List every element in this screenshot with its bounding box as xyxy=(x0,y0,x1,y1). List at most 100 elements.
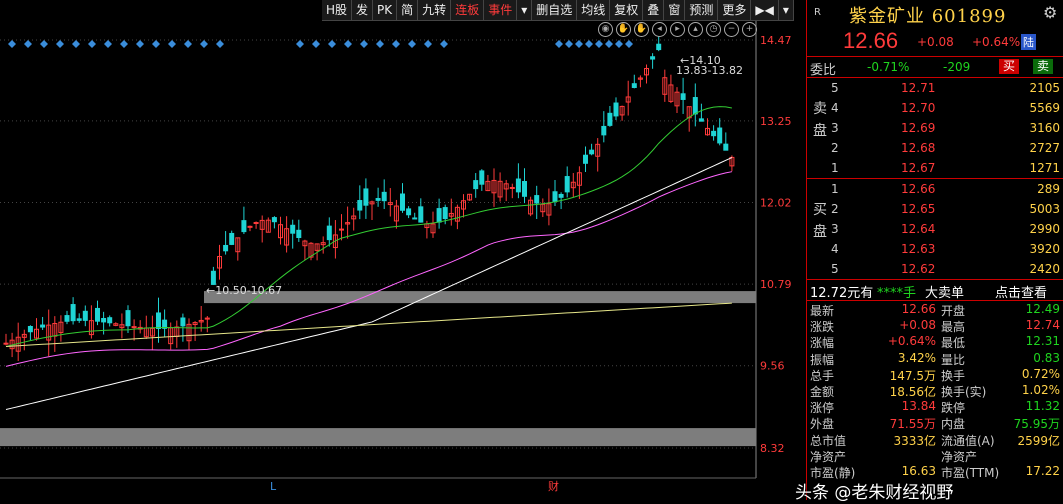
stat-row: 总市值 3333亿 流通值(A) 2599亿 xyxy=(807,431,1063,448)
candle-body xyxy=(357,200,363,211)
event-marker xyxy=(376,40,384,48)
order-row[interactable]: 3 12.64 2990 xyxy=(807,220,1063,238)
order-row[interactable]: 3 12.69 3160 xyxy=(807,119,1063,137)
candle-body xyxy=(601,125,607,136)
toolbar-item[interactable]: ▾ xyxy=(779,0,794,20)
hand-icon[interactable]: ✋ xyxy=(634,22,649,37)
order-row[interactable]: 2 12.68 2727 xyxy=(807,139,1063,157)
stat-value: 16.63 xyxy=(901,463,936,478)
stock-name: 紫金矿业 601899 xyxy=(849,6,1007,27)
candle-body xyxy=(381,191,387,202)
candle-body xyxy=(76,318,82,321)
candle-body xyxy=(613,102,619,117)
toolbar-item[interactable]: ▾ xyxy=(517,0,533,20)
toolbar-item[interactable]: 九转 xyxy=(418,0,452,20)
gear-icon[interactable]: ⚙ xyxy=(1043,3,1057,22)
order-row[interactable]: 1 12.66 289 xyxy=(807,180,1063,198)
event-marker xyxy=(168,40,176,48)
toolbar-item[interactable]: ▶◀ xyxy=(751,0,779,20)
toolbar-item[interactable]: 发 xyxy=(352,0,374,20)
toolbar-item[interactable]: H股 xyxy=(322,0,353,20)
order-row[interactable]: 5 12.71 2105 xyxy=(807,79,1063,97)
sell-button[interactable]: 卖 xyxy=(1033,59,1054,74)
price-change: +0.08 xyxy=(917,35,954,49)
toolbar-item[interactable]: 连板 xyxy=(451,0,485,20)
candle-body xyxy=(296,229,302,239)
zoom-out-icon[interactable]: − xyxy=(724,22,739,37)
order-row[interactable]: 4 12.63 3920 xyxy=(807,240,1063,258)
toolbar-item[interactable]: PK xyxy=(373,0,398,20)
range-label: ←10.50-10.67 xyxy=(206,284,282,297)
gap-band xyxy=(204,291,756,304)
bottom-marker: L xyxy=(270,480,277,493)
candle-body xyxy=(680,93,686,100)
event-marker xyxy=(565,40,573,48)
candle-body xyxy=(442,207,448,220)
candle-body xyxy=(375,198,381,201)
order-level: 5 xyxy=(831,81,839,95)
candle-body xyxy=(607,112,613,126)
stat-row: 涨幅 +0.64% 最低 12.31 xyxy=(807,333,1063,350)
order-price: 12.70 xyxy=(901,101,936,115)
toolbar-item[interactable]: 更多 xyxy=(718,0,752,20)
event-marker xyxy=(595,40,603,48)
big-order-row[interactable]: 12.72元有 ****手 大卖单 点击查看 xyxy=(807,279,1063,301)
candle-body xyxy=(229,232,235,245)
candle-body xyxy=(515,178,521,193)
candle-body xyxy=(589,149,595,155)
up-icon[interactable]: ▴ xyxy=(688,22,703,37)
order-volume: 5569 xyxy=(1029,101,1060,115)
candle-body xyxy=(241,220,247,233)
stat-row: 总手 147.5万 换手 0.72% xyxy=(807,366,1063,383)
toolbar-item[interactable]: 事件 xyxy=(484,0,518,20)
hand-icon[interactable]: ✋ xyxy=(616,22,631,37)
axis-tick: 12.02 xyxy=(760,197,792,210)
order-row[interactable]: 4 12.70 5569 xyxy=(807,99,1063,117)
event-marker xyxy=(555,40,563,48)
buy-button[interactable]: 买 xyxy=(999,59,1020,74)
next-icon[interactable]: ▸ xyxy=(670,22,685,37)
stats-table: 最新 12.66 开盘 12.49 涨跌 +0.08 最高 12.74 涨幅 +0.64% 最低 12… xyxy=(807,301,1063,480)
event-marker xyxy=(408,40,416,48)
order-row[interactable]: 5 12.62 2420 xyxy=(807,260,1063,278)
toolbar-item[interactable]: 预测 xyxy=(685,0,719,20)
candle-body xyxy=(70,304,76,322)
eye-icon[interactable]: ◉ xyxy=(598,22,613,37)
order-volume: 1271 xyxy=(1029,161,1060,175)
kline-chart[interactable]: 14.47 13.25 12.02 10.79 9.56 8.32 ←14.10 13.83-… xyxy=(0,0,805,500)
candle-body xyxy=(552,191,558,202)
candle-body xyxy=(101,317,107,323)
order-level: 2 xyxy=(831,202,839,216)
sell-book: 卖盘 5 12.71 2105 4 12.70 5569 3 12.69 3160 2 12.68 2… xyxy=(807,78,1063,179)
order-volume: 2105 xyxy=(1029,81,1060,95)
event-marker xyxy=(24,40,32,48)
stat-row: 净资产 净资产 xyxy=(807,447,1063,464)
range-label: 13.83-13.82 xyxy=(676,64,743,77)
toolbar-item[interactable]: 均线 xyxy=(577,0,611,20)
toolbar-item[interactable]: 叠 xyxy=(643,0,665,20)
order-level: 5 xyxy=(831,262,839,276)
toolbar-item[interactable]: 复权 xyxy=(610,0,644,20)
event-marker xyxy=(360,40,368,48)
event-marker xyxy=(328,40,336,48)
candle-body xyxy=(156,312,161,330)
ma20-line xyxy=(5,106,732,347)
candle-body xyxy=(631,83,637,88)
candle-body xyxy=(271,217,277,223)
toolbar-item[interactable]: 窗 xyxy=(664,0,686,20)
order-row[interactable]: 2 12.65 5003 xyxy=(807,200,1063,218)
candle-body xyxy=(326,225,332,241)
stat-value: +0.64% xyxy=(887,334,936,349)
order-row[interactable]: 1 12.67 1271 xyxy=(807,159,1063,177)
stat-row: 金额 18.56亿 换手(实) 1.02% xyxy=(807,382,1063,399)
axis-tick: 10.79 xyxy=(760,278,792,291)
order-level: 4 xyxy=(831,101,839,115)
order-volume: 3160 xyxy=(1029,121,1060,135)
clock-icon[interactable]: ◷ xyxy=(706,22,721,37)
toolbar-item[interactable]: 简 xyxy=(397,0,419,20)
prev-icon[interactable]: ◂ xyxy=(652,22,667,37)
candle-body xyxy=(210,270,216,285)
toolbar-item[interactable]: 删自选 xyxy=(532,0,578,20)
zoom-in-icon[interactable]: + xyxy=(742,22,757,37)
big-order-link[interactable]: 点击查看 xyxy=(995,282,1047,301)
